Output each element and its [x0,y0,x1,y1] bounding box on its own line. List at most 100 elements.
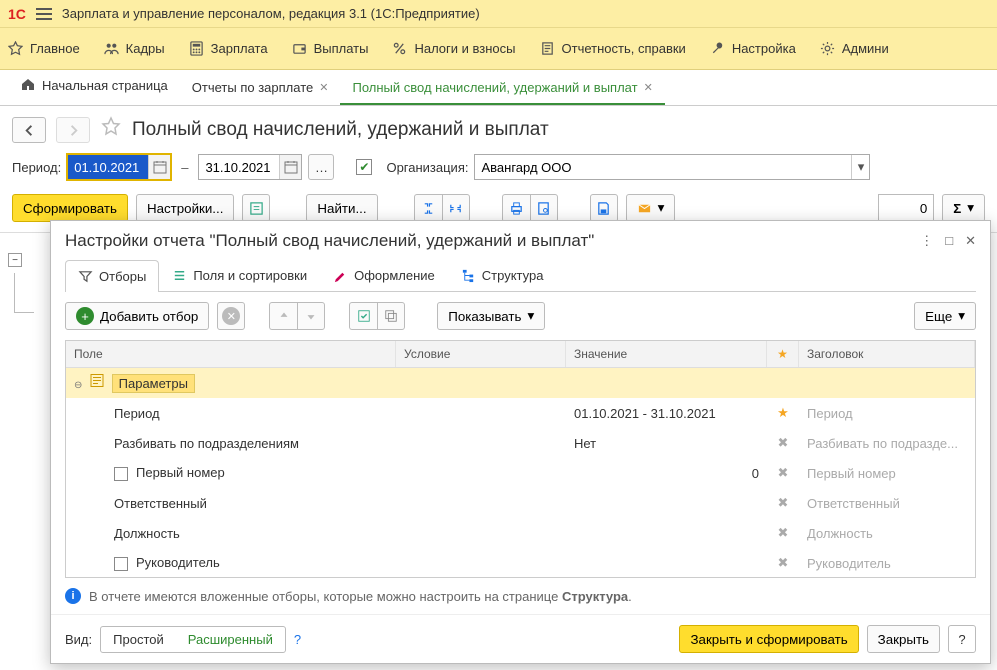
help-button[interactable]: ? [948,625,976,653]
col-value[interactable]: Значение [566,341,767,367]
generate-button[interactable]: Сформировать [12,194,128,222]
period-to-input[interactable] [199,155,279,179]
expand-button[interactable] [414,194,442,222]
dialog-title: Настройки отчета "Полный свод начислений… [65,231,920,251]
x-icon[interactable]: ✖ [767,430,799,456]
tab-reports[interactable]: Отчеты по зарплате ✕ [180,72,341,105]
delete-filter-button[interactable]: ✕ [217,302,245,330]
x-icon[interactable]: ✖ [767,460,799,486]
x-icon[interactable]: ✖ [767,520,799,546]
section-kadry[interactable]: Кадры [104,41,165,57]
view-advanced[interactable]: Расширенный [176,627,285,652]
col-title[interactable]: Заголовок [799,341,975,367]
print-button[interactable] [502,194,530,222]
hamburger-icon[interactable] [36,8,52,20]
add-filter-button[interactable]: + Добавить отбор [65,302,209,330]
collapse-icon[interactable]: ⊖ [74,380,82,391]
org-label: Организация: [386,160,468,175]
maximize-icon[interactable]: □ [945,233,953,249]
send-button[interactable]: ▾ [626,194,676,222]
show-mode-button[interactable]: Показывать ▾ [437,302,545,330]
row-first-number[interactable]: Первый номер 0 ✖ Первый номер [66,458,975,488]
star-icon [8,41,24,57]
favorite-star-icon[interactable] [100,116,122,144]
tab-structure[interactable]: Структура [448,259,557,291]
more-icon[interactable]: ⋮ [920,233,933,249]
period-from-field[interactable] [67,154,171,180]
help-link[interactable]: ? [294,632,301,647]
section-kadry-label: Кадры [126,41,165,56]
percent-icon [392,41,408,57]
col-star[interactable]: ★ [767,341,799,367]
tab-fields[interactable]: Поля и сортировки [159,259,320,291]
close-icon[interactable]: ✕ [965,233,976,249]
wallet-icon [292,41,308,57]
org-combo[interactable]: ▾ [474,154,870,180]
section-nalogi[interactable]: Налоги и взносы [392,41,515,57]
tab-filters[interactable]: Отборы [65,260,159,292]
more-button[interactable]: Еще ▾ [914,302,976,330]
calendar-icon[interactable] [279,155,301,179]
section-vyplaty[interactable]: Выплаты [292,41,369,57]
home-icon [20,76,36,95]
section-nastroyka[interactable]: Настройка [710,41,796,57]
nav-forward-button[interactable] [56,117,90,143]
close-icon[interactable]: ✕ [319,81,328,94]
collapse-button[interactable] [442,194,470,222]
checkbox[interactable] [114,467,128,481]
tab-svod[interactable]: Полный свод начислений, удержаний и выпл… [340,72,664,105]
chevron-down-icon: ▾ [958,308,965,324]
brush-icon [333,268,348,283]
plus-icon: + [76,307,94,325]
tab-home[interactable]: Начальная страница [8,68,180,105]
period-to-field[interactable] [198,154,302,180]
tab-design[interactable]: Оформление [320,259,448,291]
settings-button[interactable]: Настройки... [136,194,234,222]
period-picker-button[interactable]: … [308,154,334,180]
sum-button[interactable]: Σ▾ [942,194,985,222]
variants-button[interactable] [242,194,270,222]
outline-collapse-icon[interactable]: − [8,253,22,267]
row-position[interactable]: Должность ✖ Должность [66,518,975,548]
star-icon[interactable]: ★ [767,400,799,426]
row-head[interactable]: Руководитель ✖ Руководитель [66,548,975,577]
row-period[interactable]: Период 01.10.2021 - 31.10.2021 ★ Период [66,398,975,428]
org-input[interactable] [475,155,851,179]
section-admin[interactable]: Админи [820,41,889,57]
section-zarplata[interactable]: Зарплата [189,41,268,57]
col-field[interactable]: Поле [66,341,396,367]
x-icon[interactable]: ✖ [767,490,799,516]
section-otchet[interactable]: Отчетность, справки [540,41,686,57]
move-down-button[interactable] [297,302,325,330]
x-icon[interactable]: ✖ [767,550,799,576]
calendar-icon[interactable] [148,155,170,179]
uncheck-button[interactable] [377,302,405,330]
row-params-group[interactable]: ⊖ Параметры [66,368,975,398]
org-checkbox[interactable]: ✔ [356,159,372,175]
checkbox[interactable] [114,557,128,571]
period-row: Период: – … ✔ Организация: ▾ [0,148,997,186]
gear-icon [820,41,836,57]
close-and-generate-button[interactable]: Закрыть и сформировать [679,625,858,653]
chevron-down-icon: ▾ [527,308,534,324]
nav-back-button[interactable] [12,117,46,143]
move-up-button[interactable] [269,302,297,330]
view-mode-toggle[interactable]: Простой Расширенный [100,626,286,653]
save-button[interactable] [590,194,618,222]
close-button[interactable]: Закрыть [867,625,940,653]
check-button[interactable] [349,302,377,330]
list-icon [172,268,187,283]
chevron-down-icon[interactable]: ▾ [851,155,869,179]
view-simple[interactable]: Простой [101,627,176,652]
row-split[interactable]: Разбивать по подразделениям Нет ✖ Разбив… [66,428,975,458]
print-preview-button[interactable] [530,194,558,222]
find-button[interactable]: Найти... [306,194,377,222]
params-icon [90,373,104,387]
col-condition[interactable]: Условие [396,341,566,367]
page-number-input[interactable] [878,194,934,222]
close-icon[interactable]: ✕ [644,81,653,94]
row-responsible[interactable]: Ответственный ✖ Ответственный [66,488,975,518]
report-icon [540,41,556,57]
section-main[interactable]: Главное [8,41,80,57]
period-from-input[interactable] [68,155,148,179]
